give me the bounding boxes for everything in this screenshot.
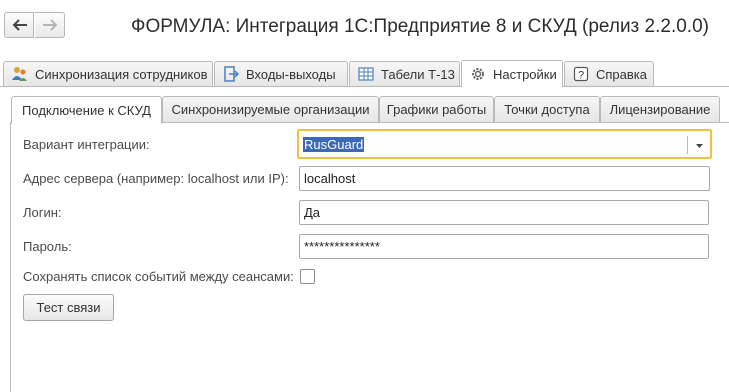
tab-settings[interactable]: Настройки [461, 60, 563, 87]
login-input[interactable]: Да [299, 200, 709, 225]
tab-label: Справка [596, 66, 647, 82]
forward-button[interactable] [35, 12, 65, 38]
tab-label: Подключение к СКУД [22, 102, 151, 118]
tab-synced-organizations[interactable]: Синхронизируемые организации [162, 96, 379, 123]
tab-label: Лицензирование [609, 102, 711, 117]
chevron-down-icon[interactable] [696, 144, 703, 148]
integration-variant-select[interactable]: RusGuard [297, 129, 712, 159]
tab-label: Табели Т-13 [381, 66, 455, 82]
arrow-left-icon [12, 19, 27, 31]
password-label: Пароль: [23, 239, 72, 254]
help-icon: ? [573, 66, 589, 82]
login-label: Логин: [23, 205, 62, 220]
server-address-value: localhost [304, 171, 356, 186]
tab-label: Графики работы [386, 102, 487, 117]
tab-employee-sync[interactable]: Синхронизация сотрудников [3, 61, 213, 86]
tab-skud-connection[interactable]: Подключение к СКУД [11, 96, 162, 124]
svg-text:?: ? [578, 70, 584, 82]
tab-entries-exits[interactable]: Входы-выходы [214, 61, 348, 86]
entry-exit-icon [223, 66, 240, 82]
server-address-input[interactable]: localhost [299, 166, 710, 191]
tab-timesheets[interactable]: Табели Т-13 [349, 61, 460, 86]
button-label: Тест связи [36, 300, 101, 315]
tab-label: Синхронизация сотрудников [35, 66, 208, 82]
tab-access-points[interactable]: Точки доступа [494, 96, 600, 123]
tab-work-schedules[interactable]: Графики работы [379, 96, 494, 123]
table-grid-icon [358, 66, 374, 82]
tab-licensing[interactable]: Лицензирование [600, 96, 720, 123]
dropdown-separator [687, 136, 688, 154]
top-tabs-divider [0, 86, 729, 87]
tab-label: Входы-выходы [246, 66, 336, 82]
tab-help[interactable]: ? Справка [564, 61, 654, 86]
panel-border [10, 122, 11, 392]
gear-icon [470, 66, 486, 82]
server-address-label: Адрес сервера (например: localhost или I… [23, 171, 289, 186]
integration-variant-label: Вариант интеграции: [23, 137, 150, 152]
arrow-right-icon [43, 19, 58, 31]
save-events-checkbox[interactable] [300, 269, 315, 284]
save-events-label: Сохранять список событий между сеансами: [23, 269, 294, 284]
test-connection-button[interactable]: Тест связи [23, 294, 114, 321]
login-value: Да [304, 205, 321, 220]
tab-label: Настройки [493, 66, 557, 82]
app-window: ФОРМУЛА: Интеграция 1С:Предприятие 8 и С… [0, 0, 729, 392]
password-input[interactable]: *************** [299, 234, 709, 259]
users-sync-icon [12, 66, 28, 82]
back-button[interactable] [4, 12, 34, 38]
integration-variant-value: RusGuard [303, 136, 365, 152]
window-title: ФОРМУЛА: Интеграция 1С:Предприятие 8 и С… [131, 16, 709, 37]
password-value: *************** [304, 239, 380, 254]
tab-label: Точки доступа [504, 102, 590, 117]
tab-label: Синхронизируемые организации [171, 102, 370, 117]
